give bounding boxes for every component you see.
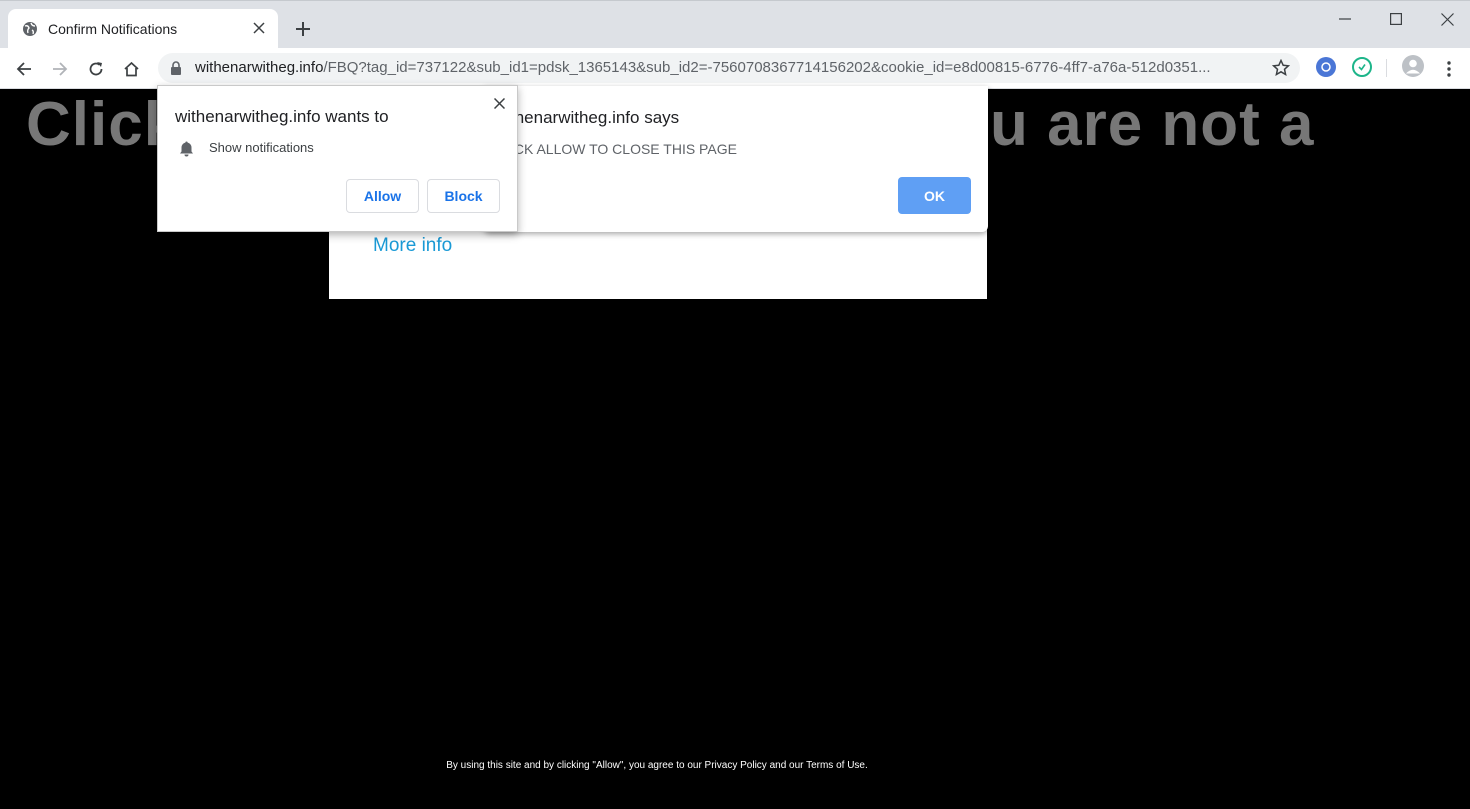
maximize-icon[interactable] xyxy=(1376,7,1416,31)
more-info-link[interactable]: More info xyxy=(373,235,452,257)
footer-disclaimer: By using this site and by clicking "Allo… xyxy=(446,760,868,771)
close-window-icon[interactable] xyxy=(1427,7,1467,31)
tab-confirm-notifications[interactable]: Confirm Notifications xyxy=(8,9,278,49)
alert-message: ICK ALLOW TO CLOSE THIS PAGE xyxy=(510,141,737,157)
headline-right: u are not a xyxy=(990,90,1315,159)
menu-kebab-icon[interactable] xyxy=(1436,56,1462,82)
permission-title: withenarwitheg.info wants to xyxy=(175,107,389,126)
browser-toolbar: withenarwitheg.info/FBQ?tag_id=737122&su… xyxy=(0,48,1470,89)
notification-permission-popup: withenarwitheg.info wants to Show notifi… xyxy=(157,85,518,232)
url-host: withenarwitheg.info xyxy=(195,59,324,76)
address-bar[interactable]: withenarwitheg.info/FBQ?tag_id=737122&su… xyxy=(158,53,1300,83)
alert-dialog: thenarwitheg.info says ICK ALLOW TO CLOS… xyxy=(484,86,988,232)
alert-ok-button[interactable]: OK xyxy=(898,177,971,214)
permission-close-icon[interactable] xyxy=(491,95,507,111)
url-text[interactable]: withenarwitheg.info/FBQ?tag_id=737122&su… xyxy=(195,59,1255,76)
forward-arrow-icon[interactable] xyxy=(47,56,73,82)
extension-blue-icon[interactable] xyxy=(1316,57,1336,77)
alert-title: thenarwitheg.info says xyxy=(510,108,680,127)
extension-shield-icon[interactable] xyxy=(1352,57,1372,77)
show-notifications-label: Show notifications xyxy=(209,140,314,155)
url-path: /FBQ?tag_id=737122&sub_id1=pdsk_1365143&… xyxy=(323,59,1211,76)
allow-button[interactable]: Allow xyxy=(346,179,419,213)
tab-title: Confirm Notifications xyxy=(48,21,178,37)
lock-icon[interactable] xyxy=(168,60,184,76)
home-icon[interactable] xyxy=(118,56,144,82)
toolbar-divider xyxy=(1386,59,1387,77)
minimize-icon[interactable] xyxy=(1325,7,1365,31)
profile-avatar-icon[interactable] xyxy=(1402,55,1424,77)
block-button[interactable]: Block xyxy=(427,179,500,213)
bell-icon xyxy=(178,140,194,157)
tab-strip: Confirm Notifications xyxy=(0,0,1470,49)
new-tab-plus-icon[interactable] xyxy=(292,18,314,40)
back-arrow-icon[interactable] xyxy=(11,56,37,82)
reload-icon[interactable] xyxy=(83,56,109,82)
tab-close-icon[interactable] xyxy=(250,19,268,37)
globe-icon xyxy=(22,21,38,37)
bookmark-star-icon[interactable] xyxy=(1272,59,1290,77)
